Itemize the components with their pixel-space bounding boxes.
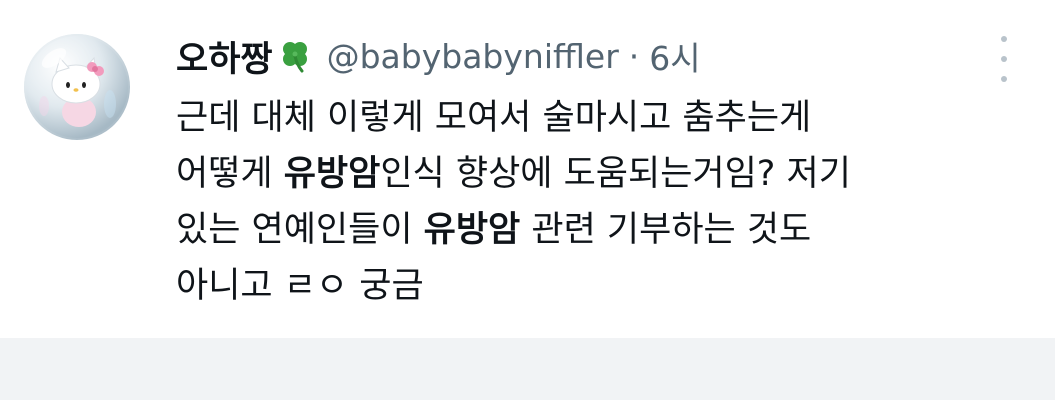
display-name[interactable]: 오하짱 bbox=[176, 31, 273, 82]
tweet-text-line: 있는 연예인들이 유방암 관련 기부하는 것도 bbox=[176, 202, 1026, 258]
more-dot-icon bbox=[1001, 56, 1007, 62]
footer-band bbox=[0, 338, 1055, 400]
avatar[interactable] bbox=[24, 34, 130, 140]
text-segment: 있는 연예인들이 bbox=[176, 210, 424, 250]
bold-keyword: 유방암 bbox=[423, 210, 521, 250]
tweet-text-line: 근데 대체 이렇게 모여서 술마시고 춤추는게 bbox=[176, 90, 1026, 146]
tweet-text-line: 아니고 ㄹㅇ 궁금 bbox=[176, 258, 1026, 314]
bold-keyword: 유방암 bbox=[283, 154, 381, 194]
four-leaf-clover-icon bbox=[277, 38, 313, 74]
tweet-text-line: 어떻게 유방암인식 향상에 도움되는거임? 저기 bbox=[176, 146, 1026, 202]
tweet-card[interactable]: 오하짱 @babybabyniffler · 6시 근데 대체 이렇게 모여서 … bbox=[0, 0, 1055, 338]
more-dot-icon bbox=[1001, 76, 1007, 82]
hello-kitty-bubble-icon bbox=[24, 34, 130, 140]
text-segment: 인식 향상에 도움되는거임? 저기 bbox=[380, 154, 851, 194]
text-segment: 아니고 ㄹㅇ 궁금 bbox=[176, 266, 424, 306]
more-dot-icon bbox=[1001, 36, 1007, 42]
text-segment: 근데 대체 이렇게 모여서 술마시고 춤추는게 bbox=[176, 98, 812, 138]
text-segment: 관련 기부하는 것도 bbox=[520, 210, 812, 250]
tweet-text: 근데 대체 이렇게 모여서 술마시고 춤추는게 어떻게 유방암인식 향상에 도움… bbox=[176, 90, 1026, 314]
tweet-time[interactable]: 6시 bbox=[649, 32, 700, 80]
user-handle[interactable]: @babybabyniffler bbox=[327, 37, 619, 76]
text-segment: 어떻게 bbox=[176, 154, 284, 194]
separator-dot: · bbox=[628, 36, 640, 76]
tweet-header: 오하짱 @babybabyniffler · 6시 bbox=[176, 30, 701, 82]
more-options-button[interactable] bbox=[990, 36, 1018, 82]
